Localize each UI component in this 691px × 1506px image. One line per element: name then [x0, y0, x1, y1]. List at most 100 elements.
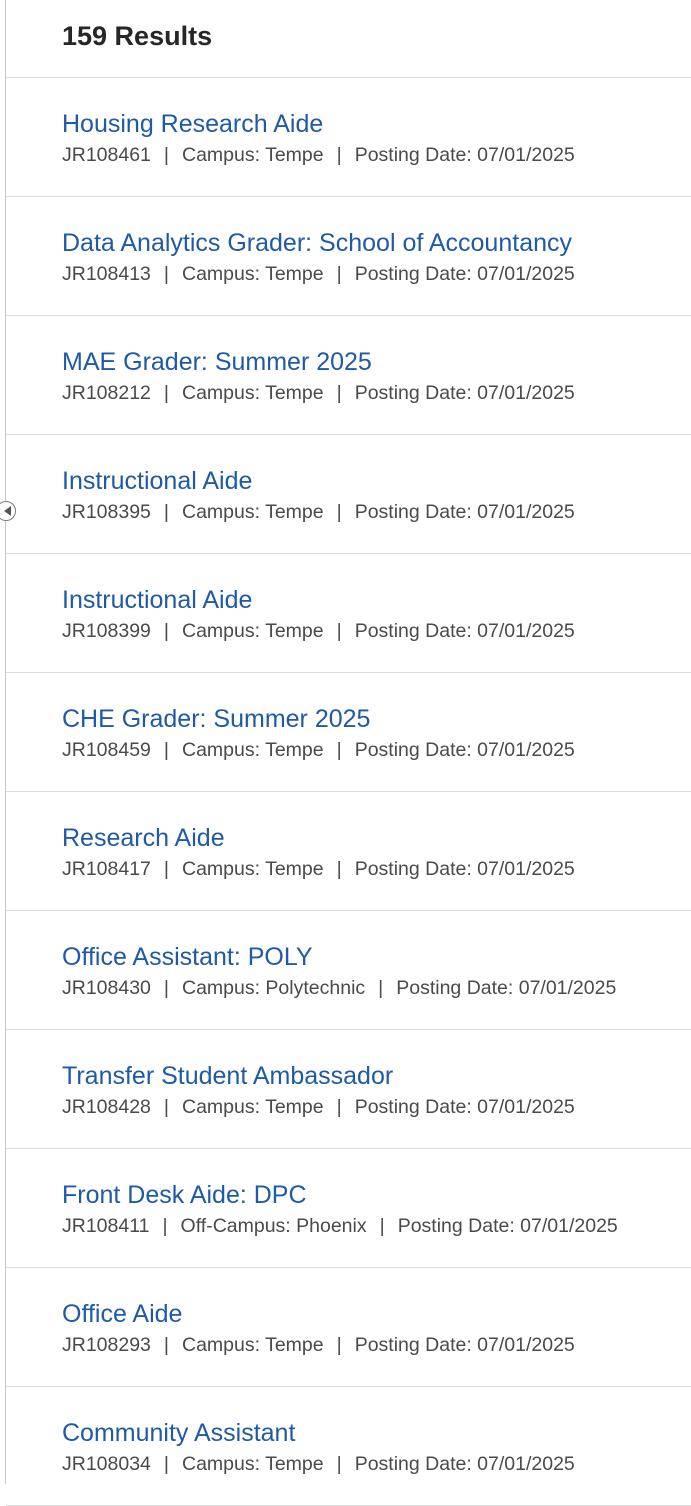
- job-list-item: Front Desk Aide: DPC JR108411 | Off-Campus…: [6, 1149, 691, 1268]
- job-list-item: Data Analytics Grader: School of Account…: [6, 197, 691, 316]
- job-posting-date: Posting Date: 07/01/2025: [354, 1334, 575, 1356]
- job-posting-date: Posting Date: 07/01/2025: [354, 263, 575, 285]
- job-list-item: Community Assistant JR108034 | Campus: Tem…: [6, 1387, 691, 1506]
- job-id: JR108459: [62, 739, 151, 761]
- job-title-link[interactable]: MAE Grader: Summer 2025: [62, 347, 372, 377]
- meta-separator: |: [163, 382, 169, 404]
- job-id: JR108430: [62, 977, 151, 999]
- job-campus: Campus: Polytechnic: [181, 977, 366, 999]
- job-title-link[interactable]: Front Desk Aide: DPC: [62, 1180, 307, 1210]
- job-campus: Campus: Tempe: [181, 144, 324, 166]
- job-posting-date: Posting Date: 07/01/2025: [354, 739, 575, 761]
- job-id: JR108399: [62, 620, 151, 642]
- meta-separator: |: [336, 144, 342, 166]
- job-title-link[interactable]: Data Analytics Grader: School of Account…: [62, 228, 572, 258]
- job-title-link[interactable]: Instructional Aide: [62, 585, 252, 615]
- job-title-link[interactable]: Transfer Student Ambassador: [62, 1061, 393, 1091]
- job-meta: JR108411 | Off-Campus: Phoenix | Posting Dat…: [62, 1214, 691, 1238]
- job-id: JR108428: [62, 1096, 151, 1118]
- job-title-link[interactable]: Research Aide: [62, 823, 225, 853]
- meta-separator: |: [336, 739, 342, 761]
- meta-separator: |: [336, 263, 342, 285]
- job-title-link[interactable]: Community Assistant: [62, 1418, 295, 1448]
- meta-separator: |: [163, 977, 169, 999]
- meta-separator: |: [378, 977, 384, 999]
- meta-separator: |: [336, 858, 342, 880]
- meta-separator: |: [336, 1334, 342, 1356]
- job-id: JR108417: [62, 858, 151, 880]
- job-meta: JR108428 | Campus: Tempe | Posting Date: 07/…: [62, 1095, 691, 1119]
- meta-separator: |: [163, 620, 169, 642]
- job-meta: JR108212 | Campus: Tempe | Posting Date: 07/…: [62, 381, 691, 405]
- job-campus: Off-Campus: Phoenix: [180, 1215, 367, 1237]
- job-id: JR108034: [62, 1453, 151, 1475]
- job-meta: JR108395 | Campus: Tempe | Posting Date: 07/…: [62, 500, 691, 524]
- meta-separator: |: [336, 382, 342, 404]
- job-posting-date: Posting Date: 07/01/2025: [397, 1215, 618, 1237]
- job-id: JR108413: [62, 263, 151, 285]
- meta-separator: |: [163, 144, 169, 166]
- job-campus: Campus: Tempe: [181, 1096, 324, 1118]
- job-meta: JR108430 | Campus: Polytechnic | Posting Dat…: [62, 976, 691, 1000]
- meta-separator: |: [336, 620, 342, 642]
- job-list-item: Housing Research Aide JR108461 | Campus: T…: [6, 78, 691, 197]
- job-title-link[interactable]: Office Assistant: POLY: [62, 942, 313, 972]
- search-results-panel: 159 Results Housing Research Aide JR1084…: [5, 0, 691, 1506]
- meta-separator: |: [336, 1096, 342, 1118]
- job-meta: JR108034 | Campus: Tempe | Posting Date: 07/…: [62, 1452, 691, 1476]
- job-posting-date: Posting Date: 07/01/2025: [354, 1096, 575, 1118]
- job-title-link[interactable]: Office Aide: [62, 1299, 182, 1329]
- job-meta: JR108461 | Campus: Tempe | Posting Date: 07/…: [62, 143, 691, 167]
- job-campus: Campus: Tempe: [181, 1453, 324, 1475]
- meta-separator: |: [162, 1215, 168, 1237]
- job-title-link[interactable]: Housing Research Aide: [62, 109, 323, 139]
- job-posting-date: Posting Date: 07/01/2025: [354, 144, 575, 166]
- meta-separator: |: [336, 501, 342, 523]
- job-posting-date: Posting Date: 07/01/2025: [396, 977, 617, 999]
- job-list-item: Transfer Student Ambassador JR108428 | Cam…: [6, 1030, 691, 1149]
- job-list-item: Instructional Aide JR108399 | Campus: Temp…: [6, 554, 691, 673]
- job-campus: Campus: Tempe: [181, 1334, 324, 1356]
- results-header: 159 Results: [6, 0, 691, 78]
- chevron-left-icon: [3, 506, 11, 516]
- meta-separator: |: [336, 1453, 342, 1475]
- job-meta: JR108293 | Campus: Tempe | Posting Date: 07/…: [62, 1333, 691, 1357]
- job-campus: Campus: Tempe: [181, 739, 324, 761]
- meta-separator: |: [163, 1096, 169, 1118]
- job-meta: JR108399 | Campus: Tempe | Posting Date: 07/…: [62, 619, 691, 643]
- meta-separator: |: [163, 858, 169, 880]
- job-list-item: CHE Grader: Summer 2025 JR108459 | Campus:…: [6, 673, 691, 792]
- meta-separator: |: [163, 1453, 169, 1475]
- job-posting-date: Posting Date: 07/01/2025: [354, 620, 575, 642]
- meta-separator: |: [163, 501, 169, 523]
- job-id: JR108411: [62, 1215, 150, 1237]
- job-id: JR108395: [62, 501, 151, 523]
- job-list-item: Research Aide JR108417 | Campus: Tempe | Pos…: [6, 792, 691, 911]
- job-meta: JR108413 | Campus: Tempe | Posting Date: 07/…: [62, 262, 691, 286]
- job-campus: Campus: Tempe: [181, 620, 324, 642]
- job-posting-date: Posting Date: 07/01/2025: [354, 382, 575, 404]
- job-title-link[interactable]: CHE Grader: Summer 2025: [62, 704, 370, 734]
- job-list-item: Office Aide JR108293 | Campus: Tempe | Posti…: [6, 1268, 691, 1387]
- job-list: Housing Research Aide JR108461 | Campus: T…: [6, 78, 691, 1506]
- job-meta: JR108459 | Campus: Tempe | Posting Date: 07/…: [62, 738, 691, 762]
- job-campus: Campus: Tempe: [181, 382, 324, 404]
- results-count: 159 Results: [62, 21, 213, 51]
- job-meta: JR108417 | Campus: Tempe | Posting Date: 07/…: [62, 857, 691, 881]
- job-posting-date: Posting Date: 07/01/2025: [354, 858, 575, 880]
- job-id: JR108293: [62, 1334, 151, 1356]
- meta-separator: |: [163, 263, 169, 285]
- meta-separator: |: [163, 739, 169, 761]
- job-list-item: Office Assistant: POLY JR108430 | Campus: …: [6, 911, 691, 1030]
- meta-separator: |: [379, 1215, 385, 1237]
- job-title-link[interactable]: Instructional Aide: [62, 466, 252, 496]
- meta-separator: |: [163, 1334, 169, 1356]
- job-campus: Campus: Tempe: [181, 858, 324, 880]
- job-posting-date: Posting Date: 07/01/2025: [354, 1453, 575, 1475]
- job-campus: Campus: Tempe: [181, 263, 324, 285]
- job-id: JR108212: [62, 382, 151, 404]
- job-campus: Campus: Tempe: [181, 501, 324, 523]
- job-list-item: Instructional Aide JR108395 | Campus: Temp…: [6, 435, 691, 554]
- job-posting-date: Posting Date: 07/01/2025: [354, 501, 575, 523]
- job-id: JR108461: [62, 144, 151, 166]
